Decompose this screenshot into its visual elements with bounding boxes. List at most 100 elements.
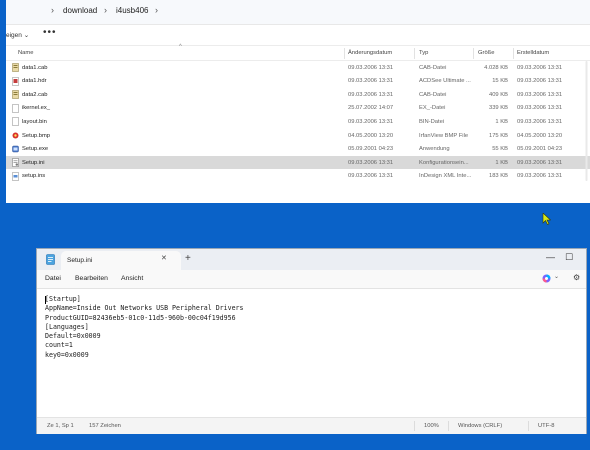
close-tab-icon[interactable]: ✕ xyxy=(161,254,167,262)
vertical-scrollbar[interactable] xyxy=(585,61,588,181)
notepad-app-icon xyxy=(46,254,55,265)
character-count: 157 Zeichen xyxy=(89,423,121,429)
file-row[interactable]: data1.hdr 09.03.2006 13:31 ACDSee Ultimate… xyxy=(6,75,590,88)
breadcrumb-separator-icon: › xyxy=(155,5,158,15)
notepad-title-bar[interactable]: Setup.ini ✕ + — ☐ xyxy=(37,249,586,270)
address-bar[interactable]: › download › i4usb406 › xyxy=(6,0,590,25)
xml-file-icon xyxy=(12,172,19,181)
new-tab-icon[interactable]: + xyxy=(185,253,191,264)
file-created-date: 04.05.2000 13:20 xyxy=(517,132,563,139)
text-editor-area[interactable]: [Startup] AppName=Inside Out Networks US… xyxy=(37,289,586,416)
file-modified-date: 09.03.2006 13:31 xyxy=(348,173,394,180)
file-explorer-window: › download › i4usb406 › eigen ⌄ ••• ^ Na… xyxy=(6,0,590,203)
breadcrumb-separator-icon: › xyxy=(104,5,107,15)
file-row[interactable]: Setup.ini 09.03.2006 13:31 Konfigurationse… xyxy=(6,156,590,170)
file-row[interactable]: Setup.bmp 04.05.2000 13:20 IrfanView BMP F… xyxy=(6,129,590,142)
file-size: 4.028 KB xyxy=(484,64,508,71)
chevron-down-icon[interactable]: ⌄ xyxy=(554,273,559,280)
cab-file-icon xyxy=(12,63,19,72)
breadcrumb-download[interactable]: download xyxy=(63,6,97,15)
file-created-date: 05.09.2001 04:23 xyxy=(517,146,563,153)
file-size: 409 KB xyxy=(488,91,508,98)
file-created-date: 09.03.2006 13:31 xyxy=(517,159,563,166)
file-size: 1 KB xyxy=(495,118,508,125)
file-row[interactable]: layout.bin 09.03.2006 13:31 BIN-Datei 1 KB 0… xyxy=(6,115,590,128)
notepad-menu-bar: Datei Bearbeiten Ansicht ⌄ ⚙ xyxy=(37,270,586,289)
file-modified-date: 25.07.2002 14:07 xyxy=(348,105,394,112)
column-header-row: Name Änderungsdatum Typ Größe Erstelldat… xyxy=(6,47,590,61)
more-options-button[interactable]: ••• xyxy=(43,27,57,38)
file-type: CAB-Datei xyxy=(419,64,447,71)
mouse-cursor-icon xyxy=(542,213,551,225)
column-header-modified[interactable]: Änderungsdatum xyxy=(348,50,392,56)
line-ending[interactable]: Windows (CRLF) xyxy=(458,423,502,429)
file-row[interactable]: setup.ins 09.03.2006 13:31 InDesign XML In… xyxy=(6,170,590,183)
breadcrumb-i4usb406[interactable]: i4usb406 xyxy=(116,6,148,15)
view-button[interactable]: eigen ⌄ xyxy=(6,31,29,39)
file-size: 339 KB xyxy=(488,105,508,112)
status-bar: Ze 1, Sp 1 157 Zeichen 100% Windows (CRL… xyxy=(37,417,586,434)
file-created-date: 09.03.2006 13:31 xyxy=(517,78,563,85)
zoom-level[interactable]: 100% xyxy=(424,423,439,429)
file-row[interactable]: Setup.exe 05.09.2001 04:23 Anwendung 55 KB 0… xyxy=(6,143,590,156)
file-type: ACDSee Ultimate ... xyxy=(419,78,471,85)
file-created-date: 09.03.2006 13:31 xyxy=(517,64,563,71)
file-type: InDesign XML Inte... xyxy=(419,173,472,180)
settings-icon[interactable]: ⚙ xyxy=(573,273,580,282)
column-header-created[interactable]: Erstelldatum xyxy=(517,50,549,56)
menu-ansicht[interactable]: Ansicht xyxy=(121,275,143,282)
column-divider[interactable] xyxy=(344,48,345,59)
file-created-date: 09.03.2006 13:31 xyxy=(517,105,563,112)
file-modified-date: 04.05.2000 13:20 xyxy=(348,132,394,139)
tab-title: Setup.ini xyxy=(67,257,93,264)
file-modified-date: 09.03.2006 13:31 xyxy=(348,64,394,71)
cursor-position: Ze 1, Sp 1 xyxy=(47,423,74,429)
file-row[interactable]: data1.cab 09.03.2006 13:31 CAB-Datei 4.028 … xyxy=(6,61,590,74)
file-modified-date: 09.03.2006 13:31 xyxy=(348,159,394,166)
generic-file-icon xyxy=(12,117,19,127)
acdsee-file-icon xyxy=(12,76,19,86)
file-size: 55 KB xyxy=(492,146,508,153)
generic-file-icon xyxy=(12,104,19,113)
file-name: setup.ins xyxy=(22,173,46,180)
notepad-window: Setup.ini ✕ + — ☐ Datei Bearbeiten Ansic… xyxy=(36,248,587,434)
column-divider[interactable] xyxy=(513,48,514,59)
file-created-date: 09.03.2006 13:31 xyxy=(517,173,563,180)
status-divider xyxy=(448,421,449,431)
text-caret xyxy=(45,296,46,304)
file-modified-date: 09.03.2006 13:31 xyxy=(348,78,394,85)
file-size: 183 KB xyxy=(488,173,508,180)
file-type: EX_-Datei xyxy=(419,105,446,112)
file-name: Setup.bmp xyxy=(22,132,51,139)
editor-content[interactable]: [Startup] AppName=Inside Out Networks US… xyxy=(45,295,244,360)
maximize-icon[interactable]: ☐ xyxy=(565,252,573,263)
copilot-icon[interactable] xyxy=(542,274,551,283)
column-header-name[interactable]: Name xyxy=(18,50,33,56)
column-divider[interactable] xyxy=(473,48,474,59)
cab-file-icon xyxy=(12,90,19,99)
file-name: layout.bin xyxy=(22,118,47,125)
file-size: 15 KB xyxy=(492,78,508,85)
file-type: IrfanView BMP File xyxy=(419,132,469,139)
file-modified-date: 09.03.2006 13:31 xyxy=(348,91,394,98)
exe-file-icon xyxy=(12,145,19,152)
file-name: Setup.ini xyxy=(22,159,45,166)
file-name: data1.hdr xyxy=(22,78,47,85)
column-header-type[interactable]: Typ xyxy=(419,50,428,56)
command-bar: eigen ⌄ ••• xyxy=(6,25,590,46)
menu-datei[interactable]: Datei xyxy=(45,275,61,282)
menu-bearbeiten[interactable]: Bearbeiten xyxy=(75,275,108,282)
file-type: Konfigurationsein... xyxy=(419,159,469,166)
column-header-size[interactable]: Größe xyxy=(478,50,494,56)
file-row[interactable]: ikernel.ex_ 25.07.2002 14:07 EX_-Datei 339 … xyxy=(6,102,590,115)
file-name: data2.cab xyxy=(22,91,48,98)
file-type: CAB-Datei xyxy=(419,91,447,98)
file-row[interactable]: data2.cab 09.03.2006 13:31 CAB-Datei 409 KB… xyxy=(6,88,590,101)
file-type: Anwendung xyxy=(419,146,450,153)
file-size: 175 KB xyxy=(488,132,508,139)
status-divider xyxy=(414,421,415,431)
column-divider[interactable] xyxy=(414,48,415,59)
encoding[interactable]: UTF-8 xyxy=(538,423,554,429)
minimize-icon[interactable]: — xyxy=(546,252,555,262)
bmp-file-icon xyxy=(12,132,19,139)
